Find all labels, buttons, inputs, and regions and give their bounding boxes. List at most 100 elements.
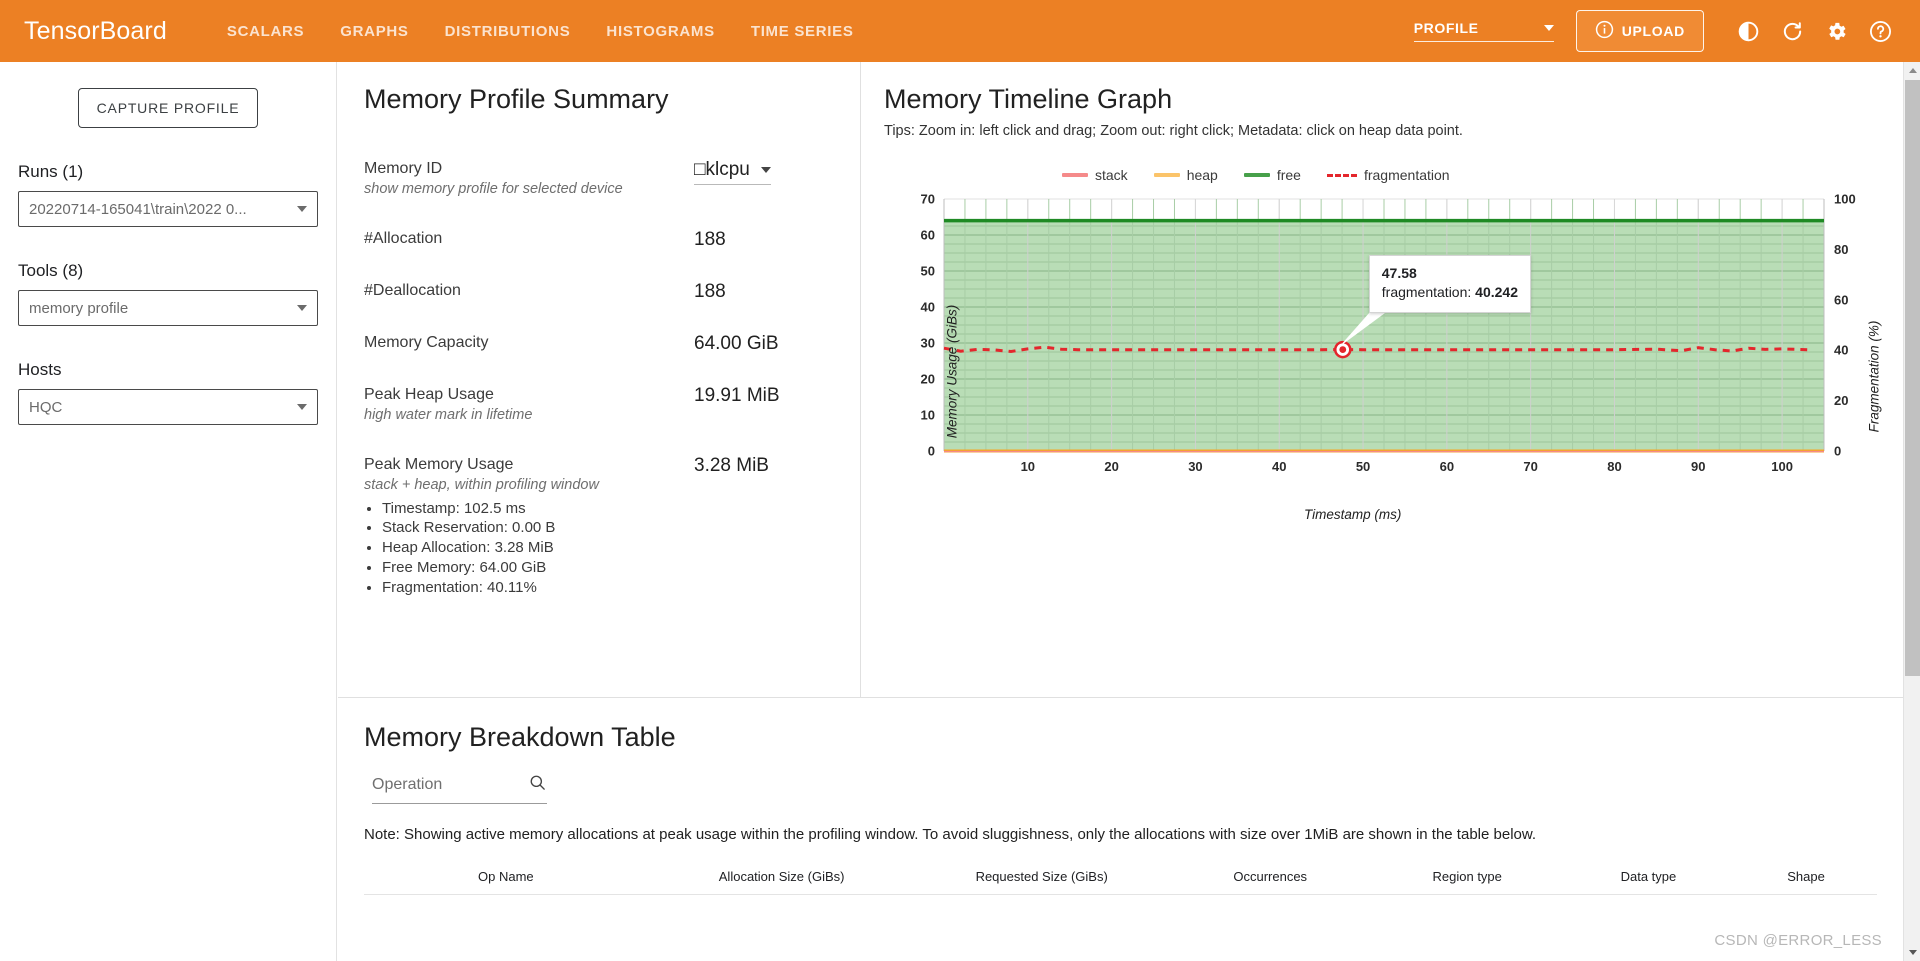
plot-svg[interactable]: 0 10 20 30 40 50 60 70 0 20 40 60 80 100 10 20 30 40 50 60 7…: [884, 189, 1904, 499]
runs-select-value: 20220714-165041\train\2022 0...: [29, 200, 247, 218]
col-occurrences[interactable]: Occurrences: [1167, 861, 1373, 895]
col-data-type[interactable]: Data type: [1561, 861, 1736, 895]
memory-profile-summary-panel: Memory Profile Summary Memory ID show me…: [338, 62, 861, 697]
summary-row-memory-capacity: Memory Capacity 64.00 GiB: [364, 333, 834, 355]
chart-legend: stack heap free fragmentation: [1062, 167, 1903, 183]
svg-text:70: 70: [1523, 459, 1537, 474]
capture-profile-button[interactable]: CAPTURE PROFILE: [77, 88, 259, 128]
summary-label: #Allocation: [364, 229, 443, 247]
summary-row-memory-id: Memory ID show memory profile for select…: [364, 159, 834, 199]
summary-sublabel: show memory profile for selected device: [364, 181, 623, 197]
search-placeholder: Operation: [372, 776, 443, 793]
svg-text:0: 0: [1834, 444, 1841, 459]
svg-text:60: 60: [1834, 292, 1848, 307]
col-requested-size[interactable]: Requested Size (GiBs): [915, 861, 1168, 895]
header-actions: PROFILE UPLOAD: [1413, 9, 1902, 53]
memory-id-select[interactable]: □klcpu: [694, 159, 771, 185]
legend-label: stack: [1095, 167, 1128, 183]
tab-scalars[interactable]: SCALARS: [209, 23, 322, 40]
peak-detail-stack-reservation: Stack Reservation: 0.00 B: [382, 518, 694, 538]
legend-item-stack[interactable]: stack: [1062, 167, 1128, 183]
tools-select-value: memory profile: [29, 299, 129, 317]
summary-row-peak-heap-usage: Peak Heap Usage high water mark in lifet…: [364, 385, 834, 425]
refresh-icon[interactable]: [1770, 9, 1814, 53]
page-body: CAPTURE PROFILE Runs (1) 20220714-165041…: [0, 62, 1920, 961]
memory-timeline-plot[interactable]: 0 10 20 30 40 50 60 70 0 20 40 60 80 100 10 20 30 40 50 60 7…: [884, 189, 1904, 589]
svg-text:90: 90: [1691, 459, 1705, 474]
tab-histograms[interactable]: HISTOGRAMS: [588, 23, 732, 40]
vertical-scrollbar[interactable]: [1903, 62, 1920, 961]
col-region-type[interactable]: Region type: [1372, 861, 1562, 895]
col-shape[interactable]: Shape: [1735, 861, 1877, 895]
x-axis-label: Timestamp (ms): [1304, 507, 1402, 522]
svg-text:30: 30: [1188, 459, 1202, 474]
runs-select[interactable]: 20220714-165041\train\2022 0...: [18, 191, 318, 227]
scroll-down-icon[interactable]: [1904, 944, 1920, 961]
svg-text:50: 50: [921, 264, 935, 279]
memory-timeline-graph-panel: Memory Timeline Graph Tips: Zoom in: lef…: [862, 62, 1903, 697]
y-axis-label-left: Memory Usage (GiBs): [944, 304, 960, 439]
breakdown-note: Note: Showing active memory allocations …: [364, 826, 1537, 843]
plugin-selector-value: PROFILE: [1413, 20, 1479, 36]
breakdown-title: Memory Breakdown Table: [364, 722, 676, 752]
y-axis-label-right: Fragmentation (%): [1866, 320, 1882, 433]
brightness-icon[interactable]: [1726, 9, 1770, 53]
legend-item-free[interactable]: free: [1243, 167, 1301, 183]
summary-value: 3.28 MiB: [694, 454, 769, 476]
summary-value: 19.91 MiB: [694, 384, 780, 406]
upload-button[interactable]: UPLOAD: [1575, 10, 1704, 52]
app-header: TensorBoard SCALARS GRAPHS DISTRIBUTIONS…: [0, 0, 1920, 62]
legend-label: fragmentation: [1363, 167, 1450, 183]
tools-label: Tools (8): [18, 261, 84, 280]
svg-text:100: 100: [1771, 459, 1793, 474]
plugin-selector[interactable]: PROFILE: [1413, 20, 1554, 42]
summary-row-peak-memory-usage: Peak Memory Usage stack + heap, within p…: [364, 455, 834, 599]
col-op-name[interactable]: Op Name: [364, 861, 648, 895]
svg-text:10: 10: [1021, 459, 1035, 474]
svg-text:40: 40: [921, 300, 935, 315]
sidebar: CAPTURE PROFILE Runs (1) 20220714-165041…: [0, 62, 337, 961]
summary-value: 188: [694, 228, 726, 250]
legend-item-fragmentation[interactable]: fragmentation: [1326, 167, 1450, 183]
summary-sublabel: high water mark in lifetime: [364, 406, 533, 423]
legend-item-heap[interactable]: heap: [1153, 167, 1218, 183]
peak-detail-heap-allocation: Heap Allocation: 3.28 MiB: [382, 538, 694, 558]
svg-text:80: 80: [1834, 242, 1848, 257]
scroll-up-icon[interactable]: [1904, 62, 1920, 79]
svg-text:20: 20: [1104, 459, 1118, 474]
tensorboard-logo[interactable]: TensorBoard: [24, 17, 167, 46]
memory-id-value: □klcpu: [694, 159, 750, 180]
col-allocation-size[interactable]: Allocation Size (GiBs): [647, 861, 916, 895]
chevron-down-icon: [297, 206, 307, 212]
scrollbar-thumb[interactable]: [1905, 80, 1920, 676]
summary-label: Peak Memory Usage: [364, 455, 514, 473]
svg-text:40: 40: [1272, 459, 1286, 474]
chart-tooltip: 47.58 fragmentation: 40.242: [1368, 254, 1531, 313]
tooltip-value: 40.242: [1475, 284, 1518, 301]
operation-search-field[interactable]: Operation: [372, 773, 547, 804]
svg-text:40: 40: [1834, 343, 1848, 358]
svg-text:60: 60: [921, 228, 935, 243]
legend-label: heap: [1186, 167, 1218, 183]
svg-text:20: 20: [1834, 393, 1848, 408]
help-icon[interactable]: [1858, 9, 1902, 53]
peak-detail-free-memory: Free Memory: 64.00 GiB: [382, 558, 694, 578]
runs-field: Runs (1) 20220714-165041\train\2022 0...: [18, 162, 318, 227]
tab-distributions[interactable]: DISTRIBUTIONS: [427, 23, 589, 40]
tools-select[interactable]: memory profile: [18, 290, 318, 326]
search-icon[interactable]: [528, 773, 547, 797]
memory-breakdown-table: Op Name Allocation Size (GiBs) Requested…: [364, 861, 1877, 895]
gear-icon[interactable]: [1814, 9, 1858, 53]
legend-swatch-heap: [1153, 173, 1180, 177]
summary-value: 64.00 GiB: [694, 332, 779, 354]
svg-text:10: 10: [921, 408, 935, 423]
hosts-select[interactable]: HQC: [18, 389, 318, 425]
runs-label: Runs (1): [18, 162, 84, 181]
hosts-field: Hosts HQC: [18, 360, 318, 425]
svg-text:80: 80: [1607, 459, 1621, 474]
tab-graphs[interactable]: GRAPHS: [322, 23, 426, 40]
tab-time-series[interactable]: TIME SERIES: [733, 23, 872, 40]
chevron-down-icon: [297, 404, 307, 410]
summary-label: Peak Heap Usage: [364, 385, 494, 403]
chevron-down-icon: [760, 167, 771, 173]
